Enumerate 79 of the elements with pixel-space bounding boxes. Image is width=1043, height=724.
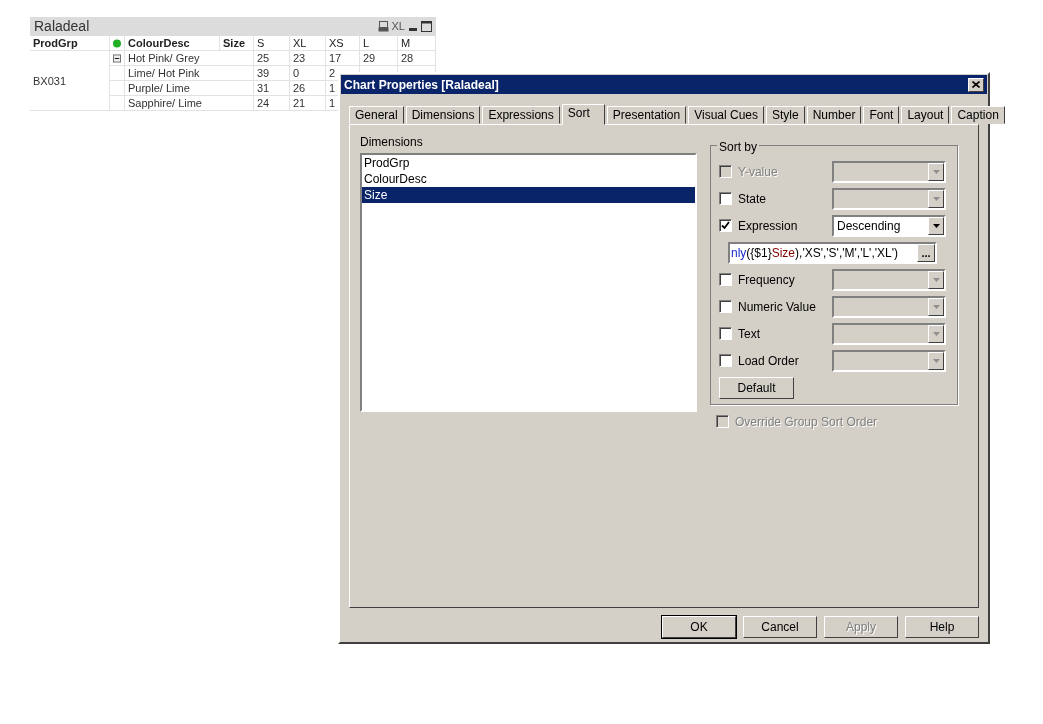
table-cell: 23 <box>293 52 306 64</box>
table-cell: 21 <box>293 97 306 109</box>
tab[interactable]: Style <box>766 106 805 124</box>
tab[interactable]: Font <box>863 106 900 124</box>
checkbox-label: Frequency <box>738 271 796 289</box>
column-header: XS <box>326 36 360 51</box>
table-cell: 28 <box>401 52 414 64</box>
column-header: ColourDesc <box>125 36 220 51</box>
table-cell: 24 <box>257 97 270 109</box>
table-cell: 29 <box>363 52 376 64</box>
tab[interactable]: Number <box>806 106 862 124</box>
checkbox[interactable] <box>719 219 732 232</box>
browse-button[interactable]: ... <box>917 243 935 262</box>
checkbox[interactable] <box>719 354 732 367</box>
dropdown-arrow-icon <box>932 331 940 336</box>
dropdown-arrow-icon <box>932 304 940 309</box>
checkbox[interactable] <box>719 192 732 205</box>
table-cell: Purple/ Lime <box>125 81 254 96</box>
checkbox-label: Text <box>738 325 761 343</box>
checkbox-label: Expression <box>738 217 799 235</box>
checkbox[interactable] <box>719 327 732 340</box>
print-icon[interactable] <box>377 21 389 32</box>
column-header: L <box>360 36 398 51</box>
tab[interactable]: Presentation <box>606 106 687 124</box>
checkbox-label: Y-value <box>738 163 779 181</box>
default-button[interactable]: Default <box>719 377 794 399</box>
table-cell: 31 <box>257 82 270 94</box>
table-cell: BX031 <box>33 73 67 88</box>
dropdown-arrow-icon <box>932 196 940 201</box>
dialog-button[interactable]: Help <box>905 616 979 638</box>
window-title: Chart Properties [Raladeal] <box>344 76 499 94</box>
tab[interactable]: Dimensions <box>405 106 481 124</box>
checkbox-label: Load Order <box>738 352 800 370</box>
collapse-icon[interactable] <box>113 53 121 63</box>
checkbox[interactable] <box>719 300 732 313</box>
dialog-button[interactable]: Cancel <box>743 616 817 638</box>
table-cell: 25 <box>257 52 270 64</box>
table-cell: Hot Pink/ Grey <box>125 51 254 66</box>
table-cell: 26 <box>293 82 306 94</box>
dropdown-arrow-icon <box>932 169 940 174</box>
export-label[interactable]: XL <box>391 18 405 35</box>
tab[interactable]: Caption <box>951 106 1005 124</box>
tab[interactable]: Visual Cues <box>688 106 764 124</box>
tab[interactable]: Sort <box>561 104 605 125</box>
close-button[interactable] <box>968 77 984 92</box>
list-item[interactable]: Size <box>362 187 695 203</box>
dropdown[interactable]: Descending <box>832 214 946 237</box>
checkbox-label: Override Group Sort Order <box>735 413 878 431</box>
tab[interactable]: General <box>349 106 404 124</box>
dialog-button[interactable]: OK <box>662 616 736 638</box>
close-icon <box>972 81 980 88</box>
expression-field[interactable]: nly({$1}Size),'XS','S','M','L','XL') ... <box>728 241 937 264</box>
table-cell: 17 <box>329 52 342 64</box>
list-item[interactable]: ColourDesc <box>362 171 695 187</box>
table-cell: 1 <box>329 82 336 94</box>
check-icon <box>721 221 730 230</box>
dropdown-arrow-icon <box>932 358 940 363</box>
checkbox[interactable] <box>719 273 732 286</box>
table-cell: Lime/ Hot Pink <box>125 66 254 81</box>
table-title: Raladeal <box>34 17 91 36</box>
checkbox-label: State <box>738 190 768 208</box>
table-cell: 39 <box>257 67 270 79</box>
column-header: S <box>254 36 290 51</box>
column-header: M <box>398 36 436 51</box>
maximize-icon[interactable] <box>421 21 432 32</box>
table-cell: 1 <box>329 97 336 109</box>
checkbox-label: Numeric Value <box>738 298 817 316</box>
table-cell: 0 <box>293 67 300 79</box>
tab[interactable]: Expressions <box>482 106 560 124</box>
table-cell: Sapphire/ Lime <box>125 96 254 111</box>
dropdown-arrow-icon <box>932 277 940 282</box>
column-header: Size <box>220 36 254 51</box>
list-item[interactable]: ProdGrp <box>362 155 695 171</box>
table-cell: 2 <box>329 67 336 79</box>
section-label: Dimensions <box>360 134 424 151</box>
dropdown-arrow-icon <box>932 223 940 228</box>
column-header: ProdGrp <box>30 36 110 51</box>
tab[interactable]: Layout <box>901 106 950 124</box>
column-header: XL <box>290 36 326 51</box>
